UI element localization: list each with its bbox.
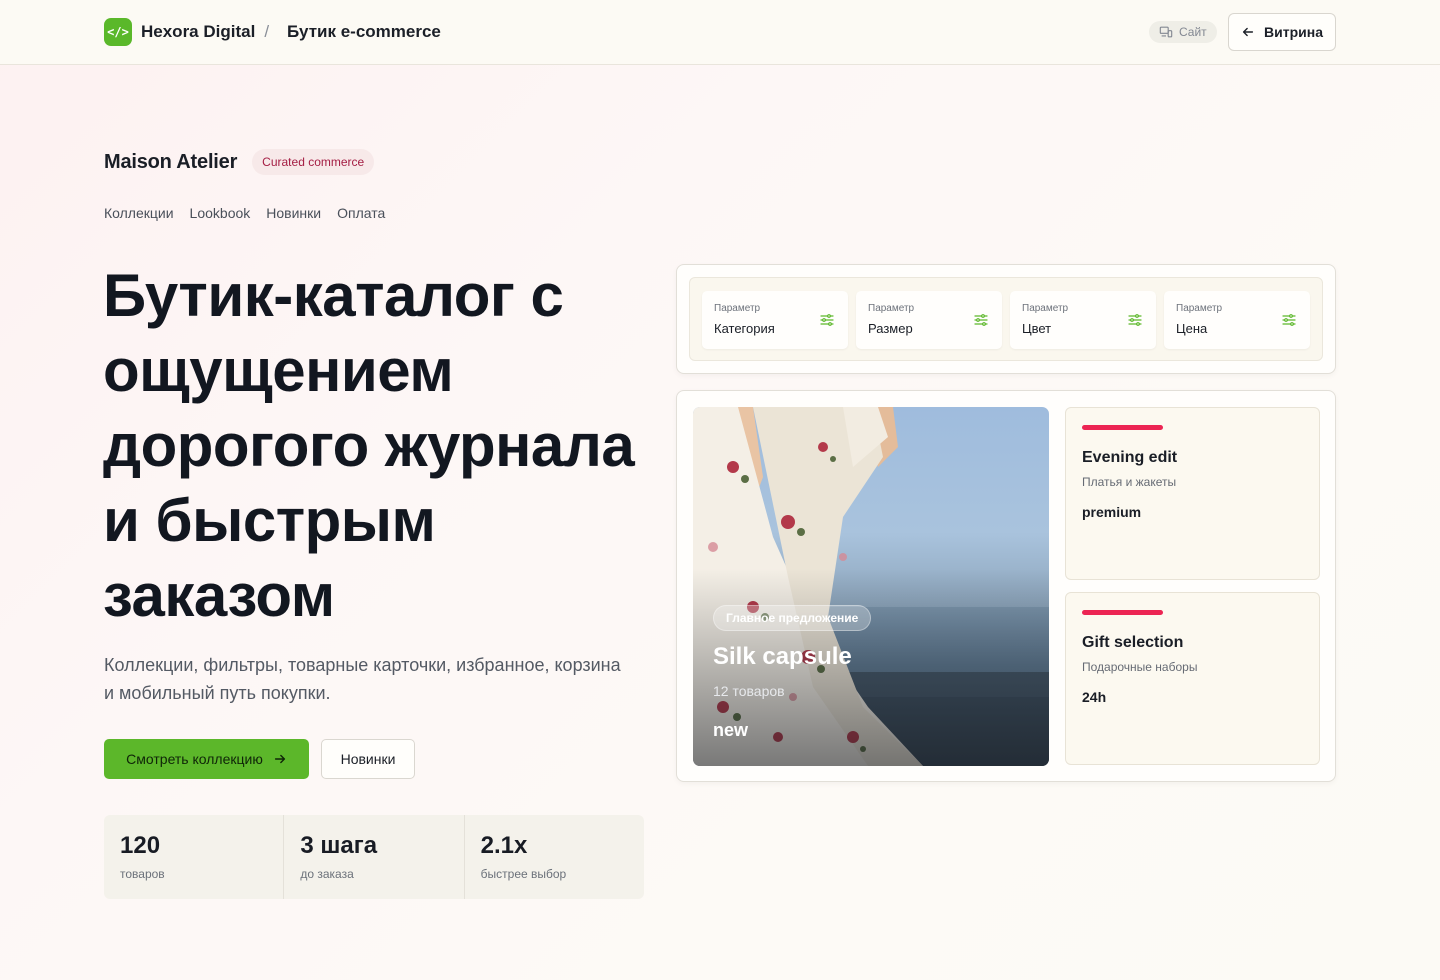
filter-value: Категория — [714, 321, 775, 336]
collection-card-gift[interactable]: Gift selection Подарочные наборы 24h — [1065, 592, 1320, 765]
sliders-icon — [974, 314, 988, 326]
sliders-icon — [820, 314, 834, 326]
featured-tag: new — [713, 720, 749, 740]
filter-label: Параметр — [868, 303, 915, 314]
nav-item-new[interactable]: Новинки — [266, 205, 321, 221]
showcase-button-label: Витрина — [1264, 24, 1323, 40]
filter-value: Цена — [1176, 321, 1208, 336]
stat-products: 120 товаров — [104, 815, 285, 899]
site-chip-label: Сайт — [1179, 25, 1207, 39]
filter-bar: Параметр Категория Параметр Размер Парам… — [689, 277, 1323, 361]
brand-name: Hexora Digital — [141, 22, 256, 41]
new-arrivals-button[interactable]: Новинки — [321, 739, 415, 779]
store-name: Maison Atelier — [104, 150, 238, 173]
featured-chip: Главное предложение — [713, 605, 872, 631]
hero-title: Бутик-каталог с ощущением дорогого журна… — [103, 262, 635, 629]
stats-strip: 120 товаров 3 шага до заказа 2.1x быстре… — [104, 815, 644, 899]
filter-color[interactable]: Параметр Цвет — [1010, 291, 1156, 349]
accent-bar — [1082, 610, 1163, 615]
stat-label: быстрее выбор — [480, 867, 567, 881]
filter-value: Цвет — [1022, 321, 1052, 336]
stat-value: 3 шага — [300, 832, 378, 859]
stat-speed: 2.1x быстрее выбор — [465, 815, 644, 899]
accent-bar — [1082, 425, 1163, 430]
nav-item-payment[interactable]: Оплата — [337, 205, 385, 221]
store-nav: Коллекции Lookbook Новинки Оплата — [104, 205, 385, 221]
photo-overlay — [693, 407, 1049, 766]
devices-icon — [1159, 26, 1173, 38]
store-badge: Curated commerce — [252, 149, 375, 175]
filter-label: Параметр — [1176, 303, 1223, 314]
stat-label: товаров — [120, 867, 165, 881]
stat-steps: 3 шага до заказа — [284, 815, 465, 899]
top-bar: </> Hexora Digital / Бутик e-commerce Са… — [0, 0, 1440, 65]
collection-title: Evening edit — [1082, 449, 1178, 466]
view-collection-label: Смотреть коллекцию — [126, 751, 263, 767]
filter-value: Размер — [868, 321, 913, 336]
collection-title: Gift selection — [1082, 634, 1184, 651]
collection-showcase: Главное предложение Silk capsule 12 това… — [676, 390, 1336, 782]
featured-title: Silk capsule — [713, 643, 852, 670]
hero-subtitle: Коллекции, фильтры, товарные карточки, и… — [104, 655, 621, 703]
project-name: Бутик e-commerce — [287, 22, 441, 41]
code-logo-icon: </> — [104, 18, 132, 46]
showcase-button[interactable]: Витрина — [1228, 13, 1336, 51]
filter-price[interactable]: Параметр Цена — [1164, 291, 1310, 349]
featured-count: 12 товаров — [713, 683, 785, 699]
view-collection-button[interactable]: Смотреть коллекцию — [104, 739, 309, 779]
stat-value: 2.1x — [480, 832, 528, 859]
arrow-right-icon — [274, 754, 285, 764]
nav-item-lookbook[interactable]: Lookbook — [190, 205, 251, 221]
filter-category[interactable]: Параметр Категория — [702, 291, 848, 349]
featured-collection-card[interactable]: Главное предложение Silk capsule 12 това… — [693, 407, 1049, 766]
filter-label: Параметр — [1022, 303, 1069, 314]
collection-tag: premium — [1082, 504, 1142, 520]
breadcrumb-separator: / — [264, 22, 270, 41]
site-chip[interactable]: Сайт — [1149, 21, 1217, 43]
brand[interactable]: </> Hexora Digital / Бутик e-commerce — [104, 18, 441, 46]
collection-card-evening[interactable]: Evening edit Платья и жакеты premium — [1065, 407, 1320, 580]
store-header: Maison Atelier Curated commerce — [104, 149, 375, 175]
filter-label: Параметр — [714, 303, 761, 314]
collection-subtitle: Платья и жакеты — [1082, 475, 1177, 489]
sliders-icon — [1282, 314, 1296, 326]
arrow-left-icon — [1242, 27, 1254, 37]
sliders-icon — [1128, 314, 1142, 326]
collection-subtitle: Подарочные наборы — [1082, 660, 1198, 674]
stat-label: до заказа — [300, 867, 354, 881]
stat-value: 120 — [120, 832, 161, 859]
collection-tag: 24h — [1082, 689, 1107, 705]
nav-item-collections[interactable]: Коллекции — [104, 205, 174, 221]
filter-panel: Параметр Категория Параметр Размер Парам… — [676, 264, 1336, 374]
filter-size[interactable]: Параметр Размер — [856, 291, 1002, 349]
